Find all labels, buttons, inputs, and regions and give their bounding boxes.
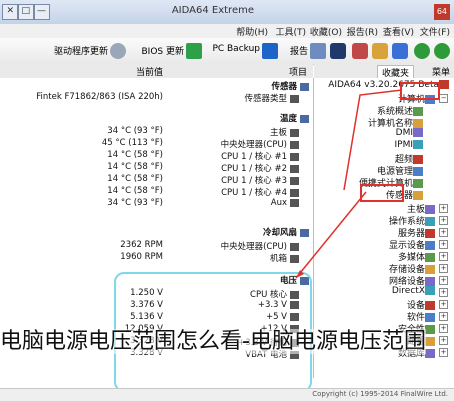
arrow-head xyxy=(296,270,304,278)
arrow-line-1 xyxy=(343,89,403,191)
article-caption: 电脑电源电压范围怎么看-电脑电源电压范围 xyxy=(0,329,426,354)
arrow-line-2 xyxy=(295,191,367,279)
status-bar: Copyright (c) 1995-2014 FinalWire Ltd. xyxy=(0,388,454,401)
copyright-text: Copyright (c) 1995-2014 FinalWire Ltd. xyxy=(312,390,448,398)
